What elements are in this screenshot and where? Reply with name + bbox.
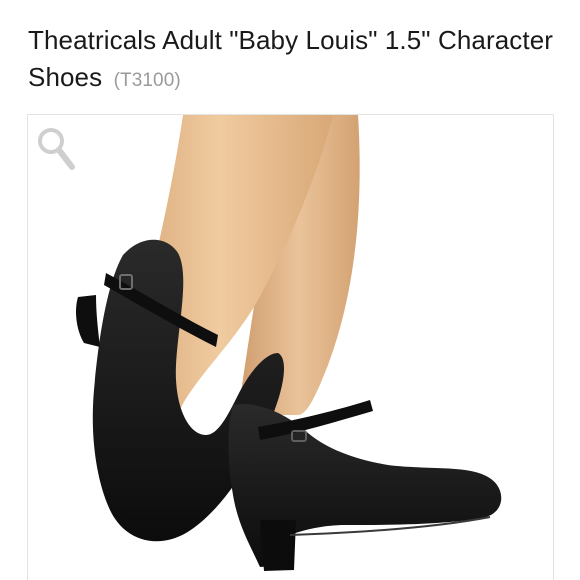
magnifier-icon[interactable] [36,123,80,179]
product-title-block: Theatricals Adult "Baby Louis" 1.5" Char… [28,22,558,99]
product-sku: (T3100) [113,70,181,91]
product-image-frame[interactable] [27,114,554,580]
product-title: Theatricals Adult "Baby Louis" 1.5" Char… [28,25,554,92]
right-shoe [228,400,502,571]
shoes-image[interactable] [28,115,553,580]
product-page: Theatricals Adult "Baby Louis" 1.5" Char… [0,0,580,580]
